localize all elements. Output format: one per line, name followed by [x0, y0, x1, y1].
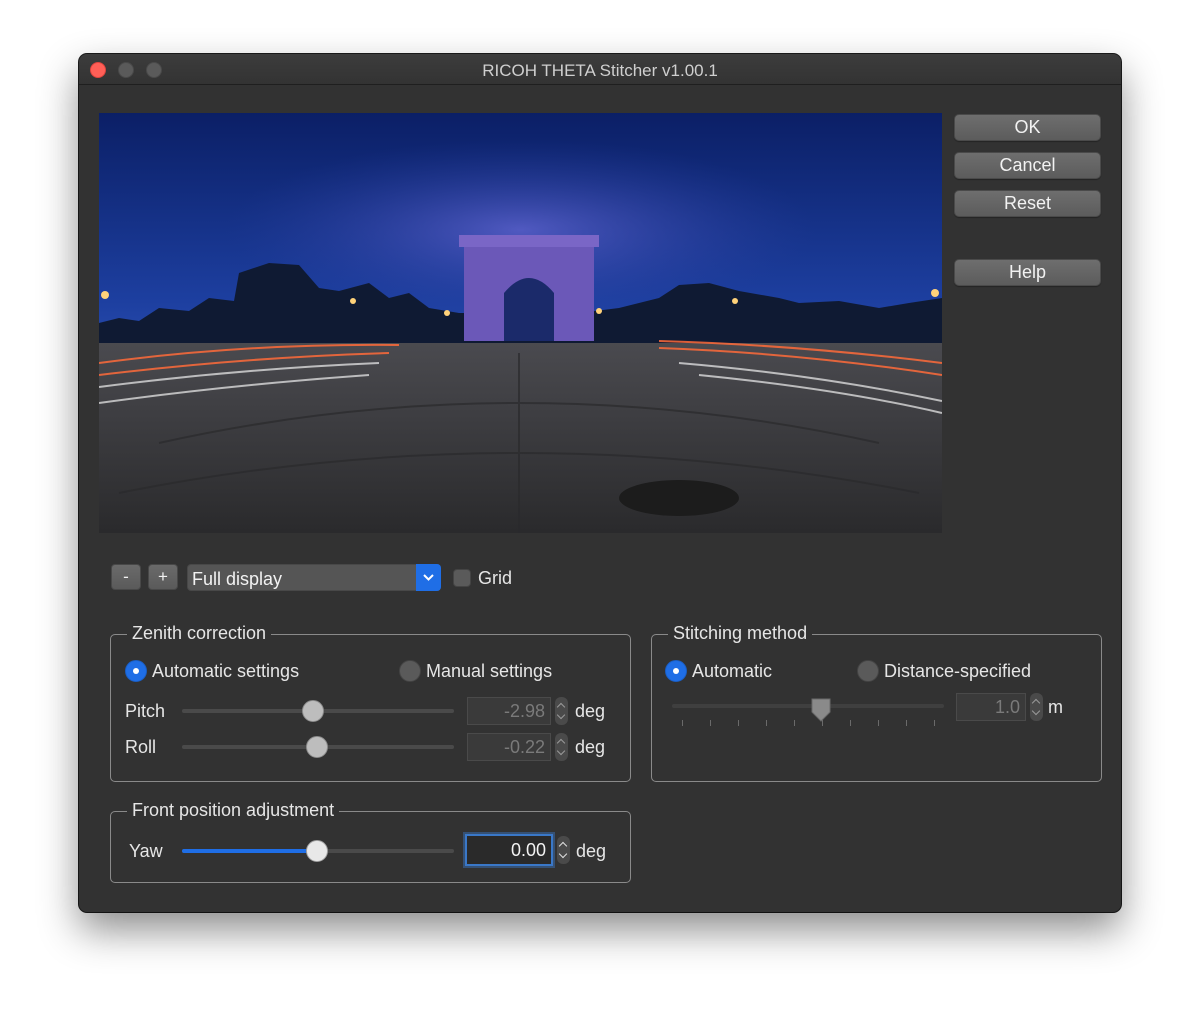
yaw-value-field[interactable]: 0.00	[465, 834, 553, 866]
stitching-auto-radio[interactable]	[665, 660, 687, 682]
roll-label: Roll	[125, 737, 157, 757]
distance-slider-track	[672, 704, 944, 708]
stitching-method-title: Stitching method	[668, 623, 813, 644]
zenith-correction-title: Zenith correction	[127, 623, 272, 644]
pitch-value-field: -2.98	[467, 697, 551, 725]
zenith-auto-label: Automatic settings	[152, 661, 300, 681]
help-button[interactable]: Help	[954, 259, 1101, 286]
pitch-unit: deg	[575, 701, 606, 721]
zenith-auto-radio[interactable]	[125, 660, 147, 682]
yaw-slider-fill	[182, 849, 318, 853]
roll-stepper	[555, 733, 568, 761]
stitching-distance-label: Distance-specified	[884, 661, 1032, 681]
title-bar[interactable]: RICOH THETA Stitcher v1.00.1	[79, 54, 1121, 85]
window-title: RICOH THETA Stitcher v1.00.1	[482, 61, 718, 80]
cancel-button[interactable]: Cancel	[954, 152, 1101, 179]
yaw-label: Yaw	[129, 841, 163, 861]
zenith-manual-radio[interactable]	[399, 660, 421, 682]
roll-value-field: -0.22	[467, 733, 551, 761]
distance-unit: m	[1048, 697, 1063, 717]
distance-value-field: 1.0	[956, 693, 1026, 721]
yaw-slider-knob[interactable]	[306, 840, 328, 862]
stitching-distance-radio[interactable]	[857, 660, 879, 682]
pitch-stepper	[555, 697, 568, 725]
roll-unit: deg	[575, 737, 606, 757]
zoom-in-button[interactable]: +	[148, 564, 178, 590]
yaw-unit: deg	[576, 841, 607, 861]
zenith-correction-group: Zenith correction	[110, 623, 631, 782]
distance-stepper	[1030, 693, 1043, 721]
display-mode-value: Full display	[192, 569, 283, 589]
yaw-stepper[interactable]	[557, 836, 570, 864]
zenith-manual-label: Manual settings	[426, 661, 553, 681]
distance-slider-pointer	[811, 698, 831, 722]
stitching-auto-label: Automatic	[692, 661, 773, 681]
distance-slider-ticks	[682, 720, 936, 726]
pitch-label: Pitch	[125, 701, 166, 721]
chevron-down-icon[interactable]	[416, 564, 441, 591]
reset-button[interactable]: Reset	[954, 190, 1101, 217]
grid-label: Grid	[478, 568, 513, 588]
display-mode-select[interactable]: Full display	[187, 564, 441, 591]
roll-slider-knob	[306, 736, 328, 758]
panorama-image	[99, 113, 942, 533]
front-position-title: Front position adjustment	[127, 800, 340, 821]
ok-button[interactable]: OK	[954, 114, 1101, 141]
panorama-preview[interactable]	[99, 113, 942, 533]
zoom-out-button[interactable]: -	[111, 564, 141, 590]
grid-checkbox[interactable]	[453, 569, 471, 587]
stitcher-window: RICOH THETA Stitcher v1.00.1 OK Cancel R…	[79, 54, 1121, 912]
pitch-slider-knob	[302, 700, 324, 722]
